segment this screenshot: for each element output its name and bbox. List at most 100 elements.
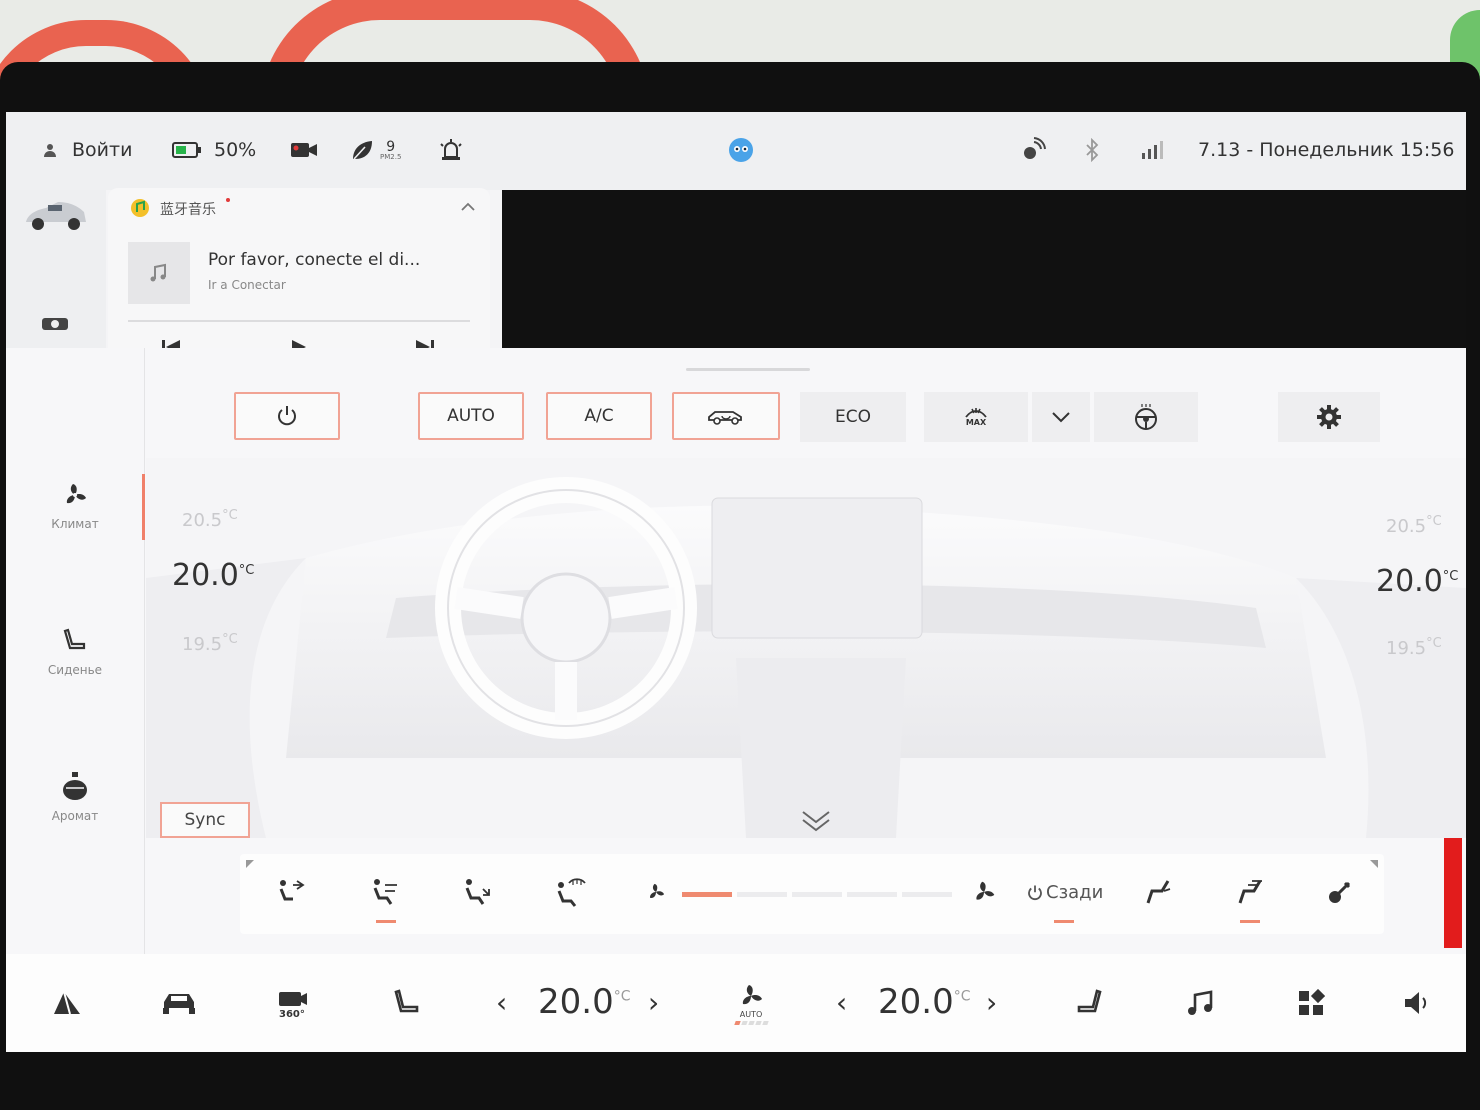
login-button[interactable]: Войти — [42, 132, 132, 168]
nav-seat[interactable]: Сиденье — [6, 626, 144, 677]
seat-icon — [60, 626, 90, 656]
rear-seat-right-button[interactable] — [1230, 872, 1270, 912]
fan-icon — [60, 480, 90, 510]
battery-percent: 50% — [214, 139, 257, 161]
dock-right-temp[interactable]: 20.0°C — [878, 982, 970, 1022]
track-subtitle[interactable]: Ir a Conectar — [208, 278, 286, 292]
airflow-face-button[interactable] — [272, 872, 312, 912]
airflow-feet-button[interactable] — [458, 872, 498, 912]
recirculation-button[interactable] — [672, 392, 780, 440]
car-thumbnail-icon[interactable] — [22, 196, 90, 232]
cellular-signal-icon — [1140, 139, 1166, 161]
power-button[interactable] — [234, 392, 340, 440]
airflow-windshield-icon — [553, 877, 587, 907]
rear-climate-button[interactable]: Сзади — [1026, 882, 1103, 903]
battery-status: 50% — [172, 132, 256, 168]
right-temp-current[interactable]: 20.0°C — [1376, 564, 1458, 599]
rear-seat-left-button[interactable] — [1138, 872, 1178, 912]
alert-strip — [1444, 838, 1462, 948]
fan-speed-segment[interactable] — [682, 892, 732, 897]
fan-speed-segment[interactable] — [792, 892, 842, 897]
airflow-bar: Сзади — [240, 854, 1384, 934]
sync-button[interactable]: Sync — [160, 802, 250, 838]
left-temp-up-button[interactable]: › — [648, 986, 659, 1019]
car-interior-illustration — [146, 458, 1466, 838]
nav-climate[interactable]: Климат — [6, 480, 144, 531]
dock-vehicle-button[interactable] — [154, 978, 204, 1028]
eco-button[interactable]: ECO — [800, 392, 906, 442]
nav-seat-label: Сиденье — [47, 663, 103, 677]
dock-volume-button[interactable] — [1392, 978, 1442, 1028]
chevron-up-icon[interactable] — [460, 202, 476, 212]
drag-handle[interactable] — [686, 368, 810, 371]
right-temp-down-button[interactable]: ‹ — [836, 986, 847, 1019]
alarm-button[interactable] — [438, 132, 464, 168]
left-temp-lower[interactable]: 19.5°C — [182, 632, 238, 655]
rear-active — [1054, 920, 1074, 923]
fan-speed-segment[interactable] — [847, 892, 897, 897]
fan-decrease-button[interactable] — [636, 872, 676, 912]
progress-line — [128, 320, 470, 322]
login-label: Войти — [72, 139, 133, 161]
camera-360-icon[interactable] — [40, 314, 70, 332]
fan-speed-slider[interactable] — [682, 854, 962, 934]
left-temp-upper[interactable]: 20.5°C — [182, 508, 238, 531]
speaker-volume-icon — [1401, 989, 1433, 1017]
gear-icon — [1316, 404, 1342, 430]
dock-apps-button[interactable] — [1286, 978, 1336, 1028]
chevron-double-down-icon[interactable] — [800, 808, 832, 832]
music-app-name: 蓝牙音乐 — [160, 202, 216, 218]
fan-icon — [736, 981, 766, 1011]
ac-button[interactable]: A/C — [546, 392, 652, 440]
airflow-windshield-button[interactable] — [550, 872, 590, 912]
fan-speed-segment[interactable] — [737, 892, 787, 897]
bluetooth-button[interactable] — [1084, 132, 1100, 168]
passenger-seat-icon — [1073, 987, 1105, 1019]
apps-grid-icon — [1297, 989, 1325, 1017]
right-temp-up-button[interactable]: › — [986, 986, 997, 1019]
rear-seat-right-active — [1240, 920, 1260, 923]
personal-settings-button[interactable] — [1320, 872, 1360, 912]
camera-360-icon: 360° — [275, 988, 311, 1018]
dock-camera360-button[interactable]: 360° — [268, 978, 318, 1028]
dock-left-temp[interactable]: 20.0°C — [538, 982, 630, 1022]
nav-aroma-label: Аромат — [51, 809, 99, 823]
dock-home-button[interactable] — [42, 978, 92, 1028]
max-defrost-button[interactable]: MAX — [924, 392, 1028, 442]
music-widget[interactable]: 蓝牙音乐 Por favor, conecte el di... Ir a Co… — [108, 188, 490, 358]
fan-mode-label: AUTO — [739, 1010, 763, 1019]
fan-large-icon — [970, 878, 998, 906]
fan-level-bars — [733, 1021, 769, 1025]
left-temp-down-button[interactable]: ‹ — [496, 986, 507, 1019]
climate-side-nav: Климат Сиденье Аромат — [6, 348, 145, 954]
car-icon — [161, 990, 197, 1016]
steering-heat-button[interactable] — [1094, 392, 1198, 442]
auto-button[interactable]: AUTO — [418, 392, 524, 440]
date-time: 7.13 - Понедельник 15:56 — [1198, 139, 1455, 161]
bottom-dock: 360° ‹ 20.0°C › AUTO ‹ 20.0°C › — [6, 954, 1466, 1052]
navigation-home-icon — [50, 988, 84, 1018]
fan-speed-segment[interactable] — [902, 892, 952, 897]
hotspot-button[interactable] — [1020, 132, 1046, 168]
assistant-avatar[interactable] — [726, 132, 756, 168]
more-options-button[interactable] — [1032, 392, 1090, 442]
dock-fan-auto-button[interactable]: AUTO — [726, 978, 776, 1028]
dock-driver-seat-button[interactable] — [382, 978, 432, 1028]
dock-passenger-seat-button[interactable] — [1064, 978, 1114, 1028]
airflow-face-body-button[interactable] — [366, 872, 406, 912]
left-temp-current[interactable]: 20.0°C — [172, 558, 254, 593]
dashcam-button[interactable] — [290, 132, 318, 168]
dock-music-button[interactable] — [1176, 978, 1226, 1028]
user-icon — [42, 142, 58, 158]
nav-aroma[interactable]: Аромат — [6, 770, 144, 823]
settings-button[interactable] — [1278, 392, 1380, 442]
assistant-icon — [726, 135, 756, 165]
air-quality[interactable]: 9 PM2.5 — [350, 132, 401, 168]
pm-unit: PM2.5 — [380, 152, 402, 161]
infotainment-screen: Войти 50% 9 PM2.5 7.13 - Понедельник 15:… — [6, 112, 1466, 1052]
fan-increase-button[interactable] — [964, 872, 1004, 912]
max-label: MAX — [965, 418, 987, 427]
music-note-icon — [147, 261, 171, 285]
right-temp-upper[interactable]: 20.5°C — [1386, 514, 1442, 537]
right-temp-lower[interactable]: 19.5°C — [1386, 636, 1442, 659]
